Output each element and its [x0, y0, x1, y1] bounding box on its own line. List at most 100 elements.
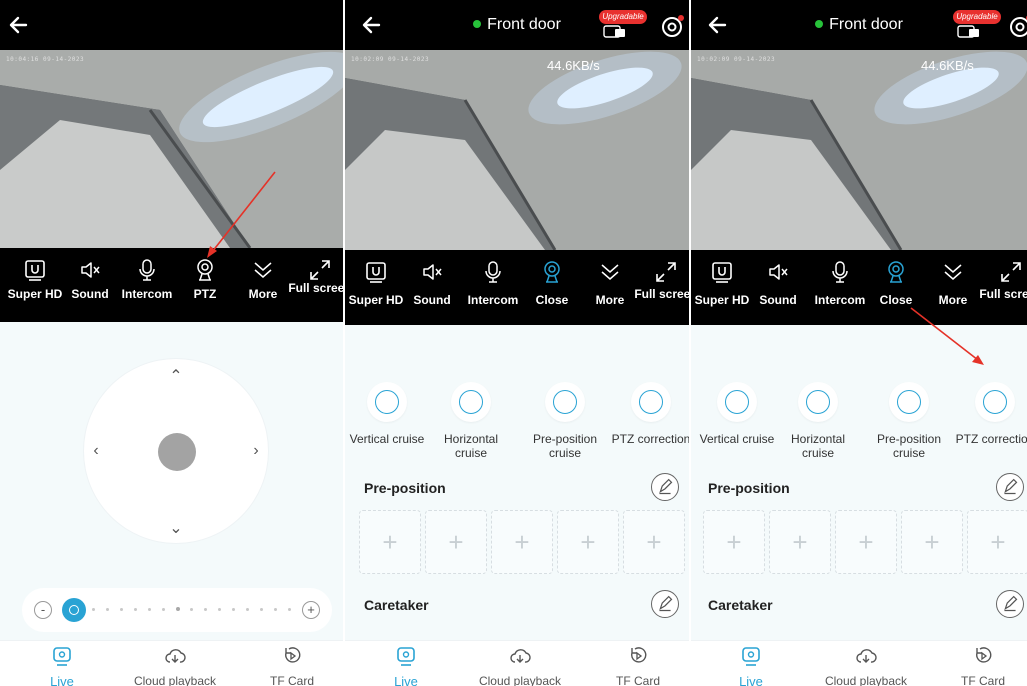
pan-down-button[interactable]: ⌄ — [164, 517, 188, 541]
preposition-slot[interactable]: + — [703, 510, 765, 574]
top-bar: Front door Upgradable — [345, 0, 689, 50]
preposition-cruise-button[interactable]: Pre-position cruise — [525, 382, 605, 460]
chevron-down-double-icon — [944, 264, 962, 280]
speaker-muted-icon — [769, 264, 788, 280]
preposition-slot[interactable]: + — [967, 510, 1027, 574]
back-arrow-icon[interactable] — [6, 12, 32, 38]
hd-icon — [25, 260, 45, 281]
nav-live[interactable]: Live — [731, 645, 771, 686]
nav-tf-card[interactable]: TF Card — [608, 645, 668, 686]
edit-caretaker-icon[interactable] — [996, 590, 1024, 618]
upgrade-camera-icon — [957, 25, 979, 38]
more-button[interactable]: More — [928, 250, 978, 322]
sound-button[interactable]: Sound — [65, 248, 115, 320]
ptz-correction-button[interactable]: PTZ correction — [955, 382, 1027, 446]
edit-preposition-icon[interactable] — [996, 473, 1024, 501]
nav-cloud-playback-label: Cloud playback — [824, 674, 908, 686]
pan-left-button[interactable]: ‹ — [84, 439, 108, 463]
ptz-joystick[interactable]: ⌃ ⌄ ‹ › — [84, 359, 268, 543]
preposition-cruise-button[interactable]: Pre-position cruise — [869, 382, 949, 460]
upgrade-button[interactable]: Upgradable — [953, 10, 1001, 40]
cloud-playback-icon — [510, 649, 531, 663]
pan-up-button[interactable]: ⌃ — [164, 365, 188, 389]
vertical-cruise-icon-ring — [375, 390, 399, 414]
upgrade-button[interactable]: Upgradable — [599, 10, 647, 40]
edit-caretaker-icon[interactable] — [651, 590, 679, 618]
preposition-cruise-icon — [889, 382, 929, 422]
sound-button[interactable]: Sound — [753, 250, 803, 322]
fullscreen-button[interactable]: Full screen — [979, 250, 1027, 322]
zoom-track — [92, 607, 292, 612]
horizontal-cruise-button[interactable]: Horizontal cruise — [778, 382, 858, 460]
horizontal-cruise-label: Horizontal cruise — [443, 432, 499, 460]
more-button[interactable]: More — [238, 248, 288, 320]
sound-button[interactable]: Sound — [407, 250, 457, 322]
video-toolbar: Super HD Sound Intercom Close More Full … — [345, 250, 689, 325]
vertical-cruise-button[interactable]: Vertical cruise — [347, 382, 427, 446]
device-name: Front door — [487, 16, 561, 33]
video-timestamp: 10:04:16 09-14-2023 — [6, 56, 85, 63]
microphone-icon — [485, 261, 501, 283]
preposition-slot[interactable]: + — [557, 510, 619, 574]
settings-icon[interactable] — [1007, 14, 1027, 40]
ptz-correction-label: PTZ correction — [611, 432, 689, 446]
super-hd-button[interactable]: Super HD — [695, 250, 749, 322]
nav-tf-card[interactable]: TF Card — [262, 645, 322, 686]
speaker-muted-icon — [81, 262, 100, 278]
intercom-button[interactable]: Intercom — [468, 250, 518, 322]
preposition-slot[interactable]: + — [491, 510, 553, 574]
nav-cloud-playback[interactable]: Cloud playback — [130, 645, 220, 686]
ptz-settings-panel: Front door Upgradable 10:02:09 09-14-202… — [345, 0, 689, 686]
fullscreen-button[interactable]: Full screen — [288, 248, 343, 320]
zoom-in-button[interactable]: + — [302, 601, 320, 619]
super-hd-button[interactable]: Super HD — [8, 248, 62, 320]
ptz-button[interactable]: PTZ — [180, 248, 230, 320]
nav-live-label: Live — [50, 674, 74, 686]
caretaker-title: Caretaker — [364, 597, 429, 613]
live-video-view[interactable]: 10:04:16 09-14-2023 — [0, 50, 343, 248]
more-button[interactable]: More — [585, 250, 635, 322]
zoom-slider-thumb[interactable] — [62, 598, 86, 622]
live-video-view[interactable]: 10:02:09 09-14-2023 44.6KB/s — [691, 50, 1027, 250]
zoom-slider[interactable]: - + — [22, 588, 332, 632]
ptz-correction-icon — [975, 382, 1015, 422]
live-video-view[interactable]: 10:02:09 09-14-2023 44.6KB/s — [345, 50, 689, 250]
vertical-cruise-button[interactable]: Vertical cruise — [697, 382, 777, 446]
intercom-button[interactable]: Intercom — [122, 248, 172, 320]
zoom-out-button[interactable]: - — [34, 601, 52, 619]
nav-cloud-playback[interactable]: Cloud playback — [821, 645, 911, 686]
preposition-slot[interactable]: + — [835, 510, 897, 574]
close-ptz-button[interactable]: Close — [527, 250, 577, 322]
preposition-cruise-icon-ring — [553, 390, 577, 414]
bottom-navigation: Live Cloud playback TF Card — [0, 640, 343, 686]
nav-live[interactable]: Live — [386, 645, 426, 686]
preposition-slot[interactable]: + — [359, 510, 421, 574]
pan-right-button[interactable]: › — [244, 439, 268, 463]
ptz-correction-button[interactable]: PTZ correction — [611, 382, 689, 446]
tf-card-icon — [285, 647, 301, 663]
horizontal-cruise-icon-ring — [459, 390, 483, 414]
close-ptz-button[interactable]: Close — [871, 250, 921, 322]
preposition-slot[interactable]: + — [623, 510, 685, 574]
upgrade-badge: Upgradable — [953, 10, 1001, 24]
preposition-slot[interactable]: + — [769, 510, 831, 574]
nav-live[interactable]: Live — [42, 645, 82, 686]
fullscreen-label: Full screen — [634, 287, 689, 301]
preposition-slot[interactable]: + — [425, 510, 487, 574]
online-status-dot — [473, 20, 482, 28]
intercom-button[interactable]: Intercom — [815, 250, 865, 322]
preposition-title: Pre-position — [708, 480, 790, 496]
super-hd-button[interactable]: Super HD — [349, 250, 403, 322]
fullscreen-button[interactable]: Full screen — [634, 250, 689, 322]
settings-icon[interactable] — [659, 14, 685, 40]
fullscreen-label: Full screen — [979, 287, 1027, 301]
ptz-correction-icon-ring — [639, 390, 663, 414]
preposition-slot[interactable]: + — [901, 510, 963, 574]
horizontal-cruise-button[interactable]: Horizontal cruise — [431, 382, 511, 460]
nav-cloud-playback[interactable]: Cloud playback — [475, 645, 565, 686]
vertical-cruise-icon-ring — [725, 390, 749, 414]
edit-preposition-icon[interactable] — [651, 473, 679, 501]
nav-tf-card[interactable]: TF Card — [953, 645, 1013, 686]
ptz-control-panel: 10:04:16 09-14-2023 Super HD Sound Inter… — [0, 0, 343, 686]
joystick-knob[interactable] — [158, 433, 196, 471]
